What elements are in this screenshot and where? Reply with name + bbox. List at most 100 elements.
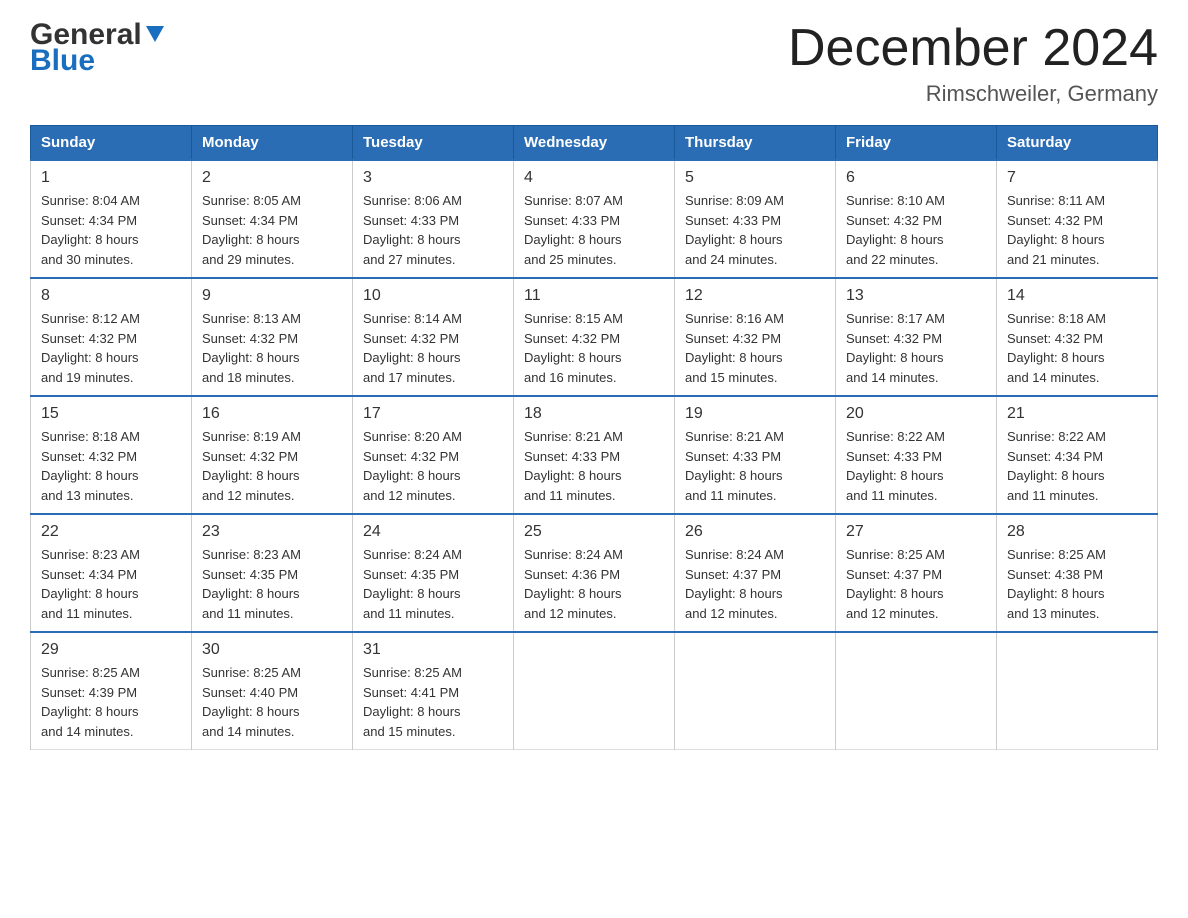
col-friday: Friday bbox=[836, 126, 997, 161]
day-number: 6 bbox=[846, 169, 986, 187]
title-block: December 2024 Rimschweiler, Germany bbox=[788, 20, 1158, 107]
col-saturday: Saturday bbox=[997, 126, 1158, 161]
day-number: 10 bbox=[363, 287, 503, 305]
calendar-day-cell: 6 Sunrise: 8:10 AM Sunset: 4:32 PM Dayli… bbox=[836, 160, 997, 278]
day-number: 18 bbox=[524, 405, 664, 423]
calendar-day-cell: 5 Sunrise: 8:09 AM Sunset: 4:33 PM Dayli… bbox=[675, 160, 836, 278]
day-number: 26 bbox=[685, 523, 825, 541]
calendar-day-cell: 31 Sunrise: 8:25 AM Sunset: 4:41 PM Dayl… bbox=[353, 632, 514, 750]
logo-blue-text: Blue bbox=[30, 46, 166, 76]
day-info: Sunrise: 8:25 AM Sunset: 4:38 PM Dayligh… bbox=[1007, 545, 1147, 623]
day-number: 27 bbox=[846, 523, 986, 541]
day-info: Sunrise: 8:10 AM Sunset: 4:32 PM Dayligh… bbox=[846, 191, 986, 269]
day-number: 19 bbox=[685, 405, 825, 423]
day-number: 22 bbox=[41, 523, 181, 541]
calendar-day-cell: 8 Sunrise: 8:12 AM Sunset: 4:32 PM Dayli… bbox=[31, 278, 192, 396]
day-number: 11 bbox=[524, 287, 664, 305]
calendar-day-cell: 4 Sunrise: 8:07 AM Sunset: 4:33 PM Dayli… bbox=[514, 160, 675, 278]
day-info: Sunrise: 8:12 AM Sunset: 4:32 PM Dayligh… bbox=[41, 309, 181, 387]
day-number: 9 bbox=[202, 287, 342, 305]
day-info: Sunrise: 8:07 AM Sunset: 4:33 PM Dayligh… bbox=[524, 191, 664, 269]
day-number: 1 bbox=[41, 169, 181, 187]
calendar-day-cell: 7 Sunrise: 8:11 AM Sunset: 4:32 PM Dayli… bbox=[997, 160, 1158, 278]
calendar-day-cell: 19 Sunrise: 8:21 AM Sunset: 4:33 PM Dayl… bbox=[675, 396, 836, 514]
logo-arrow-icon bbox=[144, 23, 166, 45]
day-info: Sunrise: 8:21 AM Sunset: 4:33 PM Dayligh… bbox=[685, 427, 825, 505]
calendar-day-cell: 17 Sunrise: 8:20 AM Sunset: 4:32 PM Dayl… bbox=[353, 396, 514, 514]
day-number: 29 bbox=[41, 641, 181, 659]
calendar-day-cell: 3 Sunrise: 8:06 AM Sunset: 4:33 PM Dayli… bbox=[353, 160, 514, 278]
day-info: Sunrise: 8:25 AM Sunset: 4:37 PM Dayligh… bbox=[846, 545, 986, 623]
calendar-day-cell bbox=[836, 632, 997, 750]
col-monday: Monday bbox=[192, 126, 353, 161]
day-info: Sunrise: 8:24 AM Sunset: 4:37 PM Dayligh… bbox=[685, 545, 825, 623]
day-info: Sunrise: 8:15 AM Sunset: 4:32 PM Dayligh… bbox=[524, 309, 664, 387]
calendar-day-cell: 9 Sunrise: 8:13 AM Sunset: 4:32 PM Dayli… bbox=[192, 278, 353, 396]
day-info: Sunrise: 8:22 AM Sunset: 4:33 PM Dayligh… bbox=[846, 427, 986, 505]
calendar-day-cell: 18 Sunrise: 8:21 AM Sunset: 4:33 PM Dayl… bbox=[514, 396, 675, 514]
day-info: Sunrise: 8:20 AM Sunset: 4:32 PM Dayligh… bbox=[363, 427, 503, 505]
calendar-week-row: 15 Sunrise: 8:18 AM Sunset: 4:32 PM Dayl… bbox=[31, 396, 1158, 514]
day-info: Sunrise: 8:23 AM Sunset: 4:34 PM Dayligh… bbox=[41, 545, 181, 623]
col-wednesday: Wednesday bbox=[514, 126, 675, 161]
calendar-day-cell: 21 Sunrise: 8:22 AM Sunset: 4:34 PM Dayl… bbox=[997, 396, 1158, 514]
day-info: Sunrise: 8:25 AM Sunset: 4:40 PM Dayligh… bbox=[202, 663, 342, 741]
logo: General Blue bbox=[30, 20, 166, 76]
calendar-day-cell: 26 Sunrise: 8:24 AM Sunset: 4:37 PM Dayl… bbox=[675, 514, 836, 632]
calendar-day-cell: 10 Sunrise: 8:14 AM Sunset: 4:32 PM Dayl… bbox=[353, 278, 514, 396]
calendar-day-cell: 24 Sunrise: 8:24 AM Sunset: 4:35 PM Dayl… bbox=[353, 514, 514, 632]
day-number: 14 bbox=[1007, 287, 1147, 305]
col-sunday: Sunday bbox=[31, 126, 192, 161]
day-number: 31 bbox=[363, 641, 503, 659]
day-number: 16 bbox=[202, 405, 342, 423]
calendar-day-cell: 29 Sunrise: 8:25 AM Sunset: 4:39 PM Dayl… bbox=[31, 632, 192, 750]
calendar-day-cell: 30 Sunrise: 8:25 AM Sunset: 4:40 PM Dayl… bbox=[192, 632, 353, 750]
calendar-day-cell bbox=[514, 632, 675, 750]
day-number: 4 bbox=[524, 169, 664, 187]
day-number: 28 bbox=[1007, 523, 1147, 541]
calendar-day-cell: 1 Sunrise: 8:04 AM Sunset: 4:34 PM Dayli… bbox=[31, 160, 192, 278]
day-number: 5 bbox=[685, 169, 825, 187]
day-number: 25 bbox=[524, 523, 664, 541]
day-info: Sunrise: 8:06 AM Sunset: 4:33 PM Dayligh… bbox=[363, 191, 503, 269]
day-info: Sunrise: 8:16 AM Sunset: 4:32 PM Dayligh… bbox=[685, 309, 825, 387]
day-number: 15 bbox=[41, 405, 181, 423]
day-number: 21 bbox=[1007, 405, 1147, 423]
day-info: Sunrise: 8:11 AM Sunset: 4:32 PM Dayligh… bbox=[1007, 191, 1147, 269]
calendar-day-cell: 13 Sunrise: 8:17 AM Sunset: 4:32 PM Dayl… bbox=[836, 278, 997, 396]
calendar-day-cell: 12 Sunrise: 8:16 AM Sunset: 4:32 PM Dayl… bbox=[675, 278, 836, 396]
day-info: Sunrise: 8:14 AM Sunset: 4:32 PM Dayligh… bbox=[363, 309, 503, 387]
calendar-day-cell bbox=[997, 632, 1158, 750]
day-info: Sunrise: 8:24 AM Sunset: 4:36 PM Dayligh… bbox=[524, 545, 664, 623]
day-number: 20 bbox=[846, 405, 986, 423]
day-info: Sunrise: 8:18 AM Sunset: 4:32 PM Dayligh… bbox=[1007, 309, 1147, 387]
day-number: 7 bbox=[1007, 169, 1147, 187]
calendar-table: Sunday Monday Tuesday Wednesday Thursday… bbox=[30, 125, 1158, 750]
day-number: 8 bbox=[41, 287, 181, 305]
calendar-week-row: 8 Sunrise: 8:12 AM Sunset: 4:32 PM Dayli… bbox=[31, 278, 1158, 396]
calendar-header: Sunday Monday Tuesday Wednesday Thursday… bbox=[31, 126, 1158, 161]
col-tuesday: Tuesday bbox=[353, 126, 514, 161]
calendar-day-cell: 28 Sunrise: 8:25 AM Sunset: 4:38 PM Dayl… bbox=[997, 514, 1158, 632]
calendar-week-row: 29 Sunrise: 8:25 AM Sunset: 4:39 PM Dayl… bbox=[31, 632, 1158, 750]
day-info: Sunrise: 8:09 AM Sunset: 4:33 PM Dayligh… bbox=[685, 191, 825, 269]
day-info: Sunrise: 8:25 AM Sunset: 4:41 PM Dayligh… bbox=[363, 663, 503, 741]
day-number: 13 bbox=[846, 287, 986, 305]
day-number: 12 bbox=[685, 287, 825, 305]
day-number: 23 bbox=[202, 523, 342, 541]
calendar-day-cell: 25 Sunrise: 8:24 AM Sunset: 4:36 PM Dayl… bbox=[514, 514, 675, 632]
calendar-day-cell: 11 Sunrise: 8:15 AM Sunset: 4:32 PM Dayl… bbox=[514, 278, 675, 396]
day-info: Sunrise: 8:19 AM Sunset: 4:32 PM Dayligh… bbox=[202, 427, 342, 505]
header-row: Sunday Monday Tuesday Wednesday Thursday… bbox=[31, 126, 1158, 161]
day-info: Sunrise: 8:17 AM Sunset: 4:32 PM Dayligh… bbox=[846, 309, 986, 387]
calendar-body: 1 Sunrise: 8:04 AM Sunset: 4:34 PM Dayli… bbox=[31, 160, 1158, 750]
day-info: Sunrise: 8:25 AM Sunset: 4:39 PM Dayligh… bbox=[41, 663, 181, 741]
calendar-week-row: 1 Sunrise: 8:04 AM Sunset: 4:34 PM Dayli… bbox=[31, 160, 1158, 278]
calendar-day-cell: 22 Sunrise: 8:23 AM Sunset: 4:34 PM Dayl… bbox=[31, 514, 192, 632]
calendar-day-cell: 27 Sunrise: 8:25 AM Sunset: 4:37 PM Dayl… bbox=[836, 514, 997, 632]
day-number: 2 bbox=[202, 169, 342, 187]
day-number: 3 bbox=[363, 169, 503, 187]
calendar-day-cell: 2 Sunrise: 8:05 AM Sunset: 4:34 PM Dayli… bbox=[192, 160, 353, 278]
calendar-day-cell: 15 Sunrise: 8:18 AM Sunset: 4:32 PM Dayl… bbox=[31, 396, 192, 514]
calendar-day-cell: 20 Sunrise: 8:22 AM Sunset: 4:33 PM Dayl… bbox=[836, 396, 997, 514]
